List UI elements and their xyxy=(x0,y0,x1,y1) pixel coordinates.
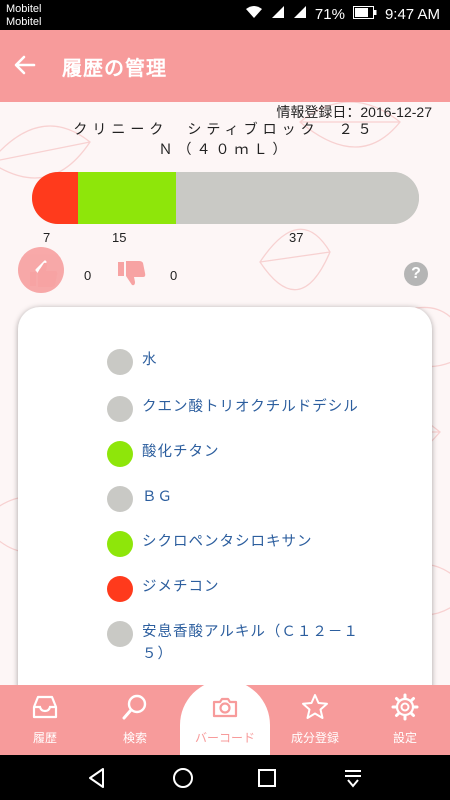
camera-icon xyxy=(212,697,238,718)
signal-icon xyxy=(271,5,285,23)
status-bar: Mobitel Mobitel 71% 9:47 AM xyxy=(0,0,450,30)
gray-count: 37 xyxy=(289,230,304,245)
nav-history[interactable]: 履歴 xyxy=(0,685,90,755)
status-dot xyxy=(107,441,133,467)
system-back-icon[interactable] xyxy=(84,765,110,791)
nav-barcode-label: バーコード xyxy=(194,731,255,745)
thumbs-up-icon[interactable] xyxy=(28,260,60,288)
system-recents-icon[interactable] xyxy=(254,765,280,791)
carrier-name: Mobitel xyxy=(6,3,42,15)
ingredient-name: シクロペンタシロキサン xyxy=(142,534,313,550)
ingredient-name: ジメチコン xyxy=(142,579,220,595)
app-bar: 履歴の管理 xyxy=(0,30,450,102)
thumbs-down-icon[interactable] xyxy=(116,260,148,288)
registration-date-value: 2016-12-27 xyxy=(360,104,432,120)
bottom-navigation: 履歴 検索 バーコード 成分登録 設定 xyxy=(0,680,450,760)
status-dot xyxy=(107,349,133,375)
battery-icon xyxy=(352,5,377,23)
registration-date: 情報登録日：2016-12-27 xyxy=(276,102,432,122)
dislike-count: 0 xyxy=(170,268,178,283)
battery-percent: 71% xyxy=(314,5,345,23)
ingredient-name: 安息香酸アルキル（Ｃ１２－１５） xyxy=(142,624,359,662)
nav-search[interactable]: 検索 xyxy=(90,685,180,755)
ingredient-list-card: 水 クエン酸トリオクチルドデシル 酸化チタン ＢＧ シクロペンタシロキサン ジメ… xyxy=(18,307,432,685)
rating-segment-red xyxy=(32,172,78,224)
inbox-tray-icon xyxy=(32,695,58,719)
system-home-icon[interactable] xyxy=(170,765,196,791)
nav-history-label: 履歴 xyxy=(32,731,57,745)
system-navigation-bar xyxy=(0,755,450,800)
help-button[interactable]: ? xyxy=(404,262,428,286)
page-title: 履歴の管理 xyxy=(62,56,167,80)
arrow-left-icon xyxy=(14,55,36,75)
nav-barcode[interactable]: バーコード xyxy=(180,685,270,755)
red-count: 7 xyxy=(43,230,51,245)
back-button[interactable] xyxy=(10,50,40,80)
ingredient-rating-bar xyxy=(32,172,419,224)
registration-date-label: 情報登録日： xyxy=(276,104,361,120)
status-dot xyxy=(107,396,133,422)
ingredient-name: クエン酸トリオクチルドデシル xyxy=(142,399,359,415)
star-icon xyxy=(302,694,328,719)
ingredient-name: ＢＧ xyxy=(142,489,173,505)
ingredient-name: 水 xyxy=(142,352,158,368)
notification-pull-icon[interactable] xyxy=(340,765,366,791)
status-dot xyxy=(107,486,133,512)
signal-icon-2 xyxy=(293,5,307,23)
gear-icon xyxy=(391,693,419,721)
product-name: クリニーク シティブロック ２５ Ｎ（４０ｍＬ） xyxy=(73,122,396,158)
rating-segment-green xyxy=(77,172,177,224)
status-dot xyxy=(107,576,133,602)
ingredient-name: 酸化チタン xyxy=(142,444,220,460)
carrier-name-secondary: Mobitel xyxy=(6,16,42,28)
status-dot xyxy=(107,621,133,647)
rating-segment-gray xyxy=(176,172,419,224)
like-count: 0 xyxy=(84,268,92,283)
search-icon xyxy=(122,694,147,720)
nav-ingredient-register-label: 成分登録 xyxy=(290,731,339,745)
wifi-icon xyxy=(245,5,263,23)
nav-ingredient-register[interactable]: 成分登録 xyxy=(270,685,360,755)
nav-settings-label: 設定 xyxy=(392,731,417,745)
green-count: 15 xyxy=(112,230,127,245)
nav-search-label: 検索 xyxy=(122,731,147,745)
content-area: 情報登録日：2016-12-27 クリニーク シティブロック ２５ Ｎ（４０ｍＬ… xyxy=(0,102,450,685)
nav-settings[interactable]: 設定 xyxy=(360,685,450,755)
clock: 9:47 AM xyxy=(384,5,440,23)
status-dot xyxy=(107,531,133,557)
